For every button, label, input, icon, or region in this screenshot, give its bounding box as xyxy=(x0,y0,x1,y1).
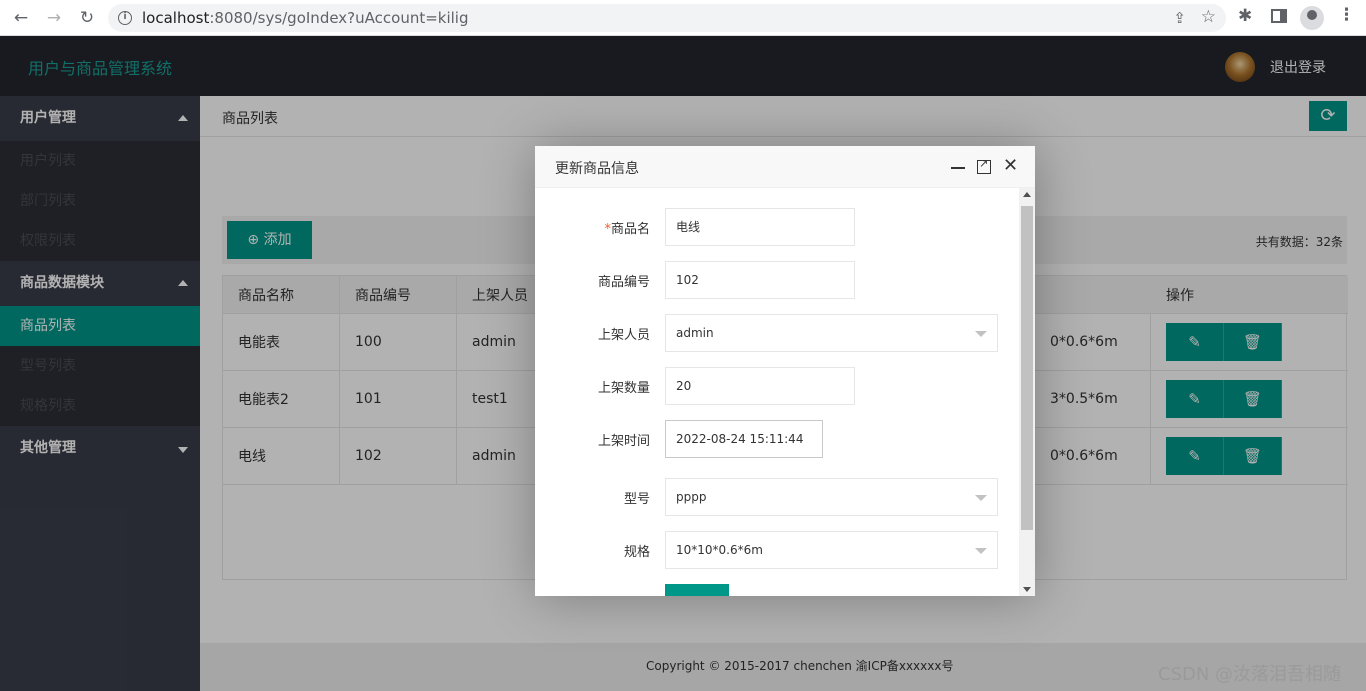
browser-menu-icon[interactable]: ⋮ xyxy=(1338,5,1355,25)
field-label: 型号 xyxy=(623,492,650,507)
watermark-text: CSDN @汝落泪吾相随 xyxy=(1158,664,1342,685)
dialog-form: *商品名 电线 商品编号 102 上架人员 admin 上架数量 20 上架时间… xyxy=(535,188,1019,596)
site-info-icon[interactable]: i xyxy=(118,11,132,25)
form-row-time: 上架时间 2022-08-24 15:11:44 xyxy=(535,420,1019,458)
forward-arrow-icon[interactable]: → xyxy=(43,7,65,29)
spec-select[interactable]: 10*10*0.6*6m xyxy=(665,531,998,569)
form-row-qty: 上架数量 20 xyxy=(535,367,1019,405)
scrollbar-thumb[interactable] xyxy=(1021,206,1033,530)
dropdown-arrow-icon xyxy=(975,495,987,501)
field-label: *商品名 xyxy=(604,222,650,237)
dialog-scrollbar[interactable] xyxy=(1019,188,1035,596)
dialog-title: 更新商品信息 xyxy=(555,161,639,177)
scroll-up-icon[interactable] xyxy=(1023,192,1031,197)
field-label: 商品编号 xyxy=(597,275,650,290)
staff-select[interactable]: admin xyxy=(665,314,998,352)
extensions-icon[interactable]: ✱ xyxy=(1238,6,1252,26)
product-code-input[interactable]: 102 xyxy=(665,261,855,299)
form-row-code: 商品编号 102 xyxy=(535,261,1019,299)
edit-product-dialog: 更新商品信息 ✕ *商品名 电线 商品编号 102 上架人员 admin 上架数… xyxy=(535,146,1035,596)
reload-icon[interactable]: ↻ xyxy=(76,7,98,29)
address-bar[interactable]: i localhost:8080/sys/goIndex?uAccount=ki… xyxy=(108,4,1226,32)
listing-time-input[interactable]: 2022-08-24 15:11:44 xyxy=(665,420,823,458)
form-row-spec: 规格 10*10*0.6*6m xyxy=(535,531,1019,569)
url-text: localhost:8080/sys/goIndex?uAccount=kili… xyxy=(142,9,469,27)
form-row-model: 型号 pppp xyxy=(535,478,1019,516)
form-row-staff: 上架人员 admin xyxy=(535,314,1019,352)
browser-toolbar: ← → ↻ i localhost:8080/sys/goIndex?uAcco… xyxy=(0,0,1366,36)
dropdown-arrow-icon xyxy=(975,331,987,337)
quantity-input[interactable]: 20 xyxy=(665,367,855,405)
back-arrow-icon[interactable]: ← xyxy=(10,7,32,29)
close-icon[interactable]: ✕ xyxy=(1003,156,1018,176)
profile-icon[interactable] xyxy=(1300,6,1324,30)
product-name-input[interactable]: 电线 xyxy=(665,208,855,246)
scroll-down-icon[interactable] xyxy=(1023,587,1031,592)
side-panel-icon[interactable] xyxy=(1271,9,1287,23)
dialog-titlebar[interactable]: 更新商品信息 ✕ xyxy=(535,146,1035,188)
dropdown-arrow-icon xyxy=(975,548,987,554)
field-label: 上架人员 xyxy=(597,328,650,343)
field-label: 规格 xyxy=(623,545,650,560)
minimize-icon[interactable] xyxy=(951,167,965,169)
field-label: 上架时间 xyxy=(597,434,650,449)
form-row-name: *商品名 电线 xyxy=(535,208,1019,246)
bookmark-star-icon[interactable]: ☆ xyxy=(1201,7,1216,27)
model-select[interactable]: pppp xyxy=(665,478,998,516)
submit-button[interactable] xyxy=(665,584,729,596)
share-icon[interactable]: ⇪ xyxy=(1173,9,1186,27)
field-label: 上架数量 xyxy=(597,381,650,396)
maximize-icon[interactable] xyxy=(977,157,991,174)
